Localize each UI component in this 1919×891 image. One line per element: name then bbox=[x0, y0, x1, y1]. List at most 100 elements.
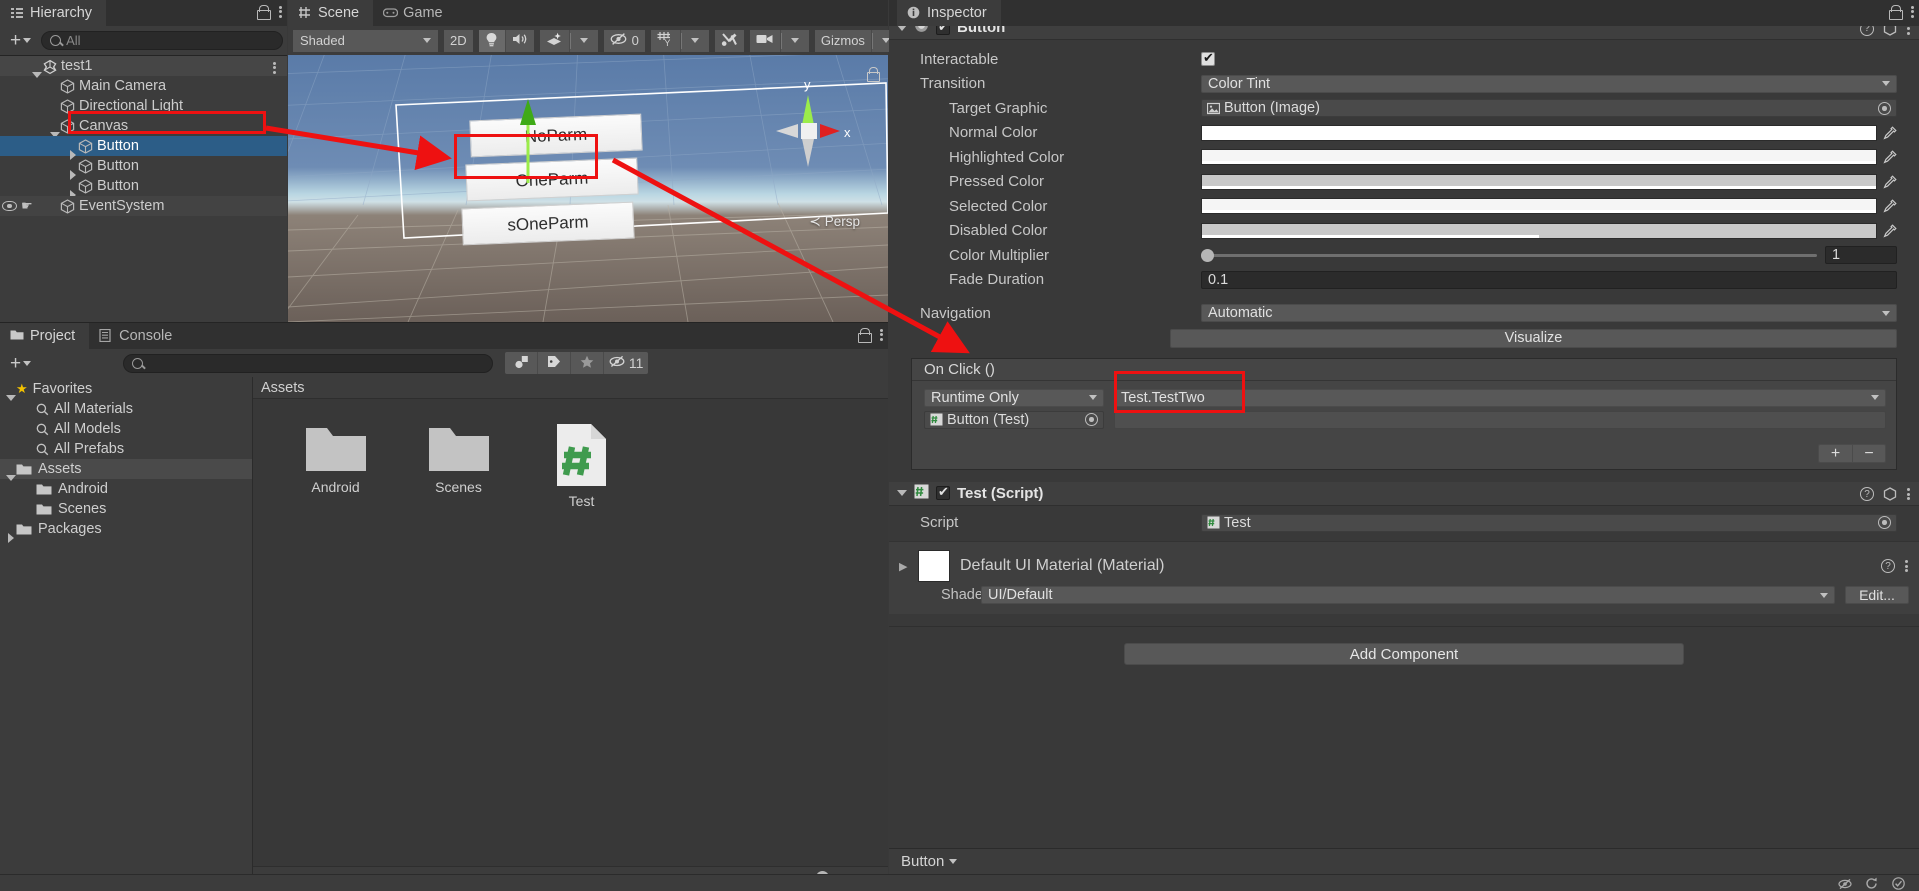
favorites-filter-button[interactable] bbox=[571, 352, 605, 374]
asset-item-scenes[interactable]: Scenes bbox=[412, 423, 505, 509]
asset-grid[interactable]: Android Scenes Test bbox=[253, 399, 888, 509]
visualize-button[interactable]: Visualize bbox=[1170, 328, 1897, 348]
tab-project[interactable]: Project bbox=[0, 323, 90, 349]
hierarchy-search-input[interactable]: All bbox=[41, 31, 283, 50]
project-tree-item-all-models[interactable]: All Models bbox=[0, 419, 252, 439]
project-asset-browser[interactable]: Assets Android Scenes Test bbox=[253, 377, 888, 888]
project-menu-icon[interactable] bbox=[879, 327, 884, 342]
hierarchy-item-button-5[interactable]: Button bbox=[0, 156, 287, 180]
asset-item-android[interactable]: Android bbox=[289, 423, 382, 509]
project-create-button[interactable]: + bbox=[4, 352, 37, 374]
eyedropper-icon[interactable] bbox=[1883, 224, 1897, 238]
on-click-mode-dropdown[interactable]: Runtime Only bbox=[924, 388, 1104, 407]
disabled-color-swatch[interactable] bbox=[1201, 222, 1877, 239]
project-tree-item-android[interactable]: Android bbox=[0, 479, 252, 499]
scene-ui-button-soneparm[interactable]: sOneParm bbox=[461, 201, 635, 246]
project-hidden-count-button[interactable]: 11 bbox=[604, 352, 649, 374]
tab-console[interactable]: Console bbox=[89, 323, 186, 349]
material-menu-icon[interactable] bbox=[1904, 558, 1909, 573]
hierarchy-item-canvas-3[interactable]: Canvas bbox=[0, 116, 287, 138]
camera-dropdown[interactable] bbox=[781, 29, 809, 52]
tab-inspector[interactable]: Inspector bbox=[897, 0, 1001, 26]
eyedropper-icon[interactable] bbox=[1883, 199, 1897, 213]
object-picker-icon[interactable] bbox=[1878, 516, 1891, 530]
inspector-footer-selector[interactable]: Button bbox=[889, 853, 969, 870]
color-multiplier-number[interactable]: 1 bbox=[1825, 246, 1897, 265]
grid-button[interactable]: Y bbox=[650, 29, 681, 52]
project-tree[interactable]: ★ Favorites All Materials All Models All Pre… bbox=[0, 377, 253, 888]
add-component-button[interactable]: Add Component bbox=[1124, 643, 1684, 665]
preset-icon[interactable] bbox=[1883, 487, 1897, 501]
eyedropper-icon[interactable] bbox=[1883, 175, 1897, 189]
normal-color-swatch[interactable] bbox=[1201, 124, 1877, 141]
component-header-test-script[interactable]: Test (Script) ? bbox=[889, 481, 1919, 506]
transition-dropdown[interactable]: Color Tint bbox=[1201, 74, 1897, 93]
gizmos-button[interactable]: Gizmos bbox=[814, 29, 872, 52]
lighting-toggle-button[interactable] bbox=[478, 29, 506, 52]
color-multiplier-knob[interactable] bbox=[1201, 248, 1214, 262]
help-icon[interactable]: ? bbox=[1860, 487, 1874, 502]
hierarchy-item-test1-0[interactable]: test1 bbox=[0, 56, 287, 78]
hierarchy-row-menu-icon[interactable] bbox=[272, 60, 277, 75]
hierarchy-menu-icon[interactable] bbox=[278, 4, 283, 19]
project-search-input[interactable] bbox=[123, 353, 494, 373]
add-event-button[interactable]: + bbox=[1818, 444, 1852, 463]
filter-by-label-button[interactable] bbox=[538, 352, 572, 374]
navigation-dropdown[interactable]: Automatic bbox=[1201, 304, 1897, 323]
fade-duration-input[interactable]: 0.1 bbox=[1201, 270, 1897, 289]
scene-camera-button[interactable] bbox=[749, 29, 781, 52]
component-menu-icon[interactable] bbox=[1906, 26, 1911, 36]
foldout-arrow-icon[interactable] bbox=[897, 26, 907, 31]
project-tree-item-packages[interactable]: Packages bbox=[0, 519, 252, 543]
preset-icon[interactable] bbox=[1883, 26, 1897, 36]
target-graphic-object-field[interactable]: Button (Image) bbox=[1201, 99, 1897, 118]
on-click-argument-field[interactable] bbox=[1114, 410, 1886, 429]
lock-icon[interactable] bbox=[858, 328, 872, 344]
scene-viewport[interactable]: NoParm OneParm sOneParm y x ≺ Persp bbox=[288, 55, 888, 322]
eye-icon[interactable] bbox=[2, 201, 17, 211]
project-tree-item-favorites[interactable]: ★ Favorites bbox=[0, 379, 252, 401]
test-script-enabled-checkbox[interactable] bbox=[936, 484, 950, 500]
script-object-field[interactable]: Test bbox=[1201, 513, 1897, 532]
scene-gizmo-lock-icon[interactable] bbox=[867, 67, 880, 82]
status-refresh-icon[interactable] bbox=[1865, 877, 1878, 890]
create-object-button[interactable]: + bbox=[4, 30, 37, 52]
move-gizmo[interactable] bbox=[484, 83, 584, 203]
shader-edit-button[interactable]: Edit... bbox=[1845, 586, 1909, 604]
scene-orientation-gizmo[interactable]: y x bbox=[756, 75, 864, 185]
effects-toggle-button[interactable] bbox=[539, 29, 570, 52]
scene-tools-button[interactable] bbox=[714, 29, 744, 52]
shader-dropdown[interactable]: UI/Default bbox=[981, 586, 1835, 604]
hierarchy-item-directional-light-2[interactable]: Directional Light bbox=[0, 96, 287, 116]
scene-projection-label[interactable]: ≺ Persp bbox=[809, 213, 860, 230]
help-icon[interactable]: ? bbox=[1881, 559, 1895, 573]
project-tree-item-scenes[interactable]: Scenes bbox=[0, 499, 252, 519]
project-tree-item-all-prefabs[interactable]: All Prefabs bbox=[0, 439, 252, 459]
toggle-2d-button[interactable]: 2D bbox=[444, 29, 473, 52]
lock-icon[interactable] bbox=[257, 5, 271, 21]
button-component-enabled-checkbox[interactable] bbox=[936, 26, 950, 35]
object-picker-icon[interactable] bbox=[1878, 101, 1891, 115]
object-picker-icon[interactable] bbox=[1085, 413, 1098, 426]
visibility-controls[interactable]: ☛ bbox=[2, 196, 40, 216]
hidden-objects-button[interactable]: 0 bbox=[603, 29, 645, 52]
draw-mode-dropdown[interactable]: Shaded bbox=[293, 29, 438, 52]
asset-item-test[interactable]: Test bbox=[535, 423, 628, 509]
effects-dropdown[interactable] bbox=[570, 29, 598, 52]
material-foldout-icon[interactable]: ▶ bbox=[899, 560, 908, 573]
hierarchy-item-button-4[interactable]: Button bbox=[0, 136, 287, 160]
component-header-button[interactable]: Button ? bbox=[889, 26, 1919, 40]
lock-icon[interactable] bbox=[1889, 5, 1903, 21]
eyedropper-icon[interactable] bbox=[1883, 126, 1897, 140]
hierarchy-tree[interactable]: test1 Main Camera Directional Light Canvas B… bbox=[0, 56, 287, 322]
foldout-arrow-icon[interactable] bbox=[897, 490, 907, 496]
color-multiplier-track[interactable] bbox=[1201, 248, 1817, 262]
hierarchy-item-button-6[interactable]: Button bbox=[0, 176, 287, 200]
grid-dropdown[interactable] bbox=[681, 29, 709, 52]
on-click-function-dropdown[interactable]: Test.TestTwo bbox=[1114, 388, 1886, 407]
hierarchy-item-main-camera-1[interactable]: Main Camera bbox=[0, 76, 287, 96]
interactable-checkbox[interactable] bbox=[1201, 50, 1215, 67]
filter-by-type-button[interactable] bbox=[505, 352, 539, 374]
status-check-icon[interactable] bbox=[1892, 876, 1905, 890]
tab-scene[interactable]: Scene bbox=[288, 0, 374, 26]
